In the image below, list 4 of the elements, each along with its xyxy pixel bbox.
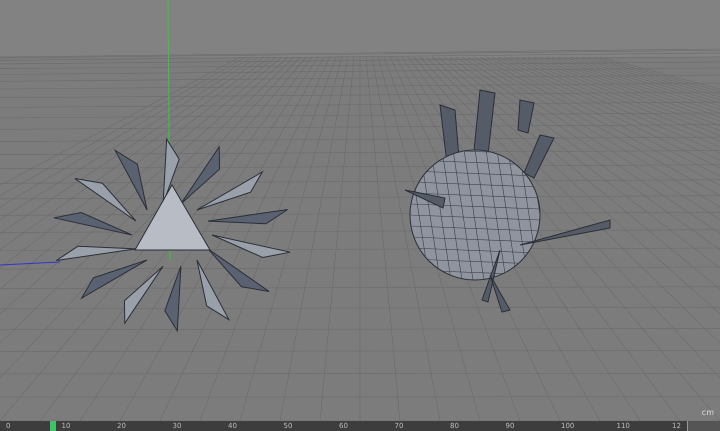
x-axis-line: [0, 262, 60, 266]
grid-unit-label: cm: [702, 408, 714, 417]
frame-field[interactable]: [687, 421, 720, 431]
playhead-handle[interactable]: [50, 421, 56, 431]
